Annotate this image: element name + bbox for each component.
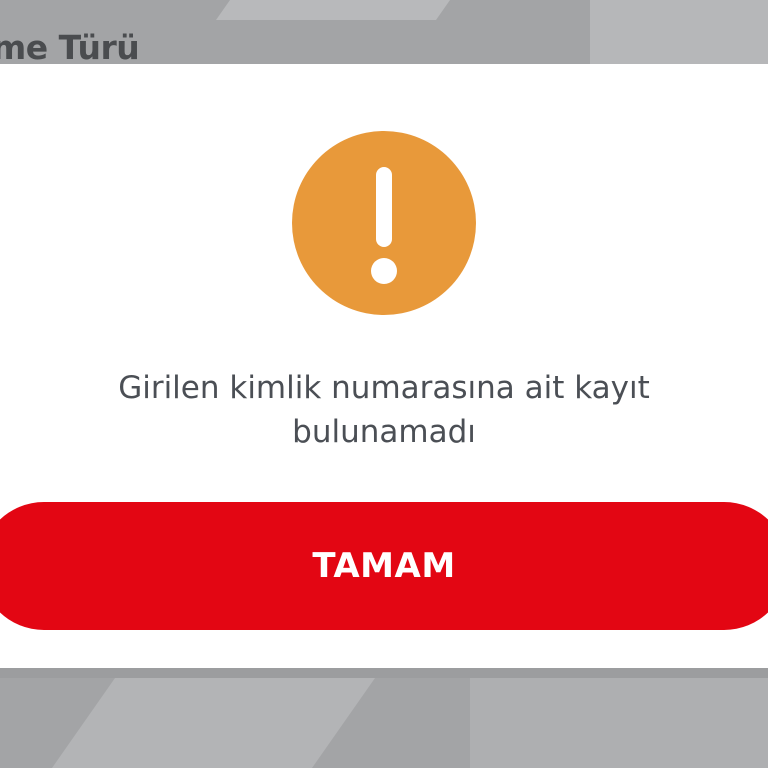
alert-message: Girilen kimlik numarasına ait kayıt bulu…	[118, 370, 650, 450]
screen: eme Türü Girilen kimlik numarasına ait k…	[0, 0, 768, 768]
background-decoration	[470, 668, 768, 768]
background-decoration	[0, 668, 768, 678]
background-decoration	[37, 668, 383, 768]
exclamation-dot	[371, 258, 397, 284]
background-page-title: eme Türü	[0, 28, 140, 67]
background-decoration	[215, 0, 465, 20]
alert-dialog: Girilen kimlik numarasına ait kayıt bulu…	[0, 64, 768, 668]
exclamation-bar	[376, 167, 392, 247]
ok-button[interactable]: TAMAM	[0, 502, 768, 630]
background-decoration	[590, 0, 768, 70]
warning-exclamation-icon	[292, 131, 476, 315]
